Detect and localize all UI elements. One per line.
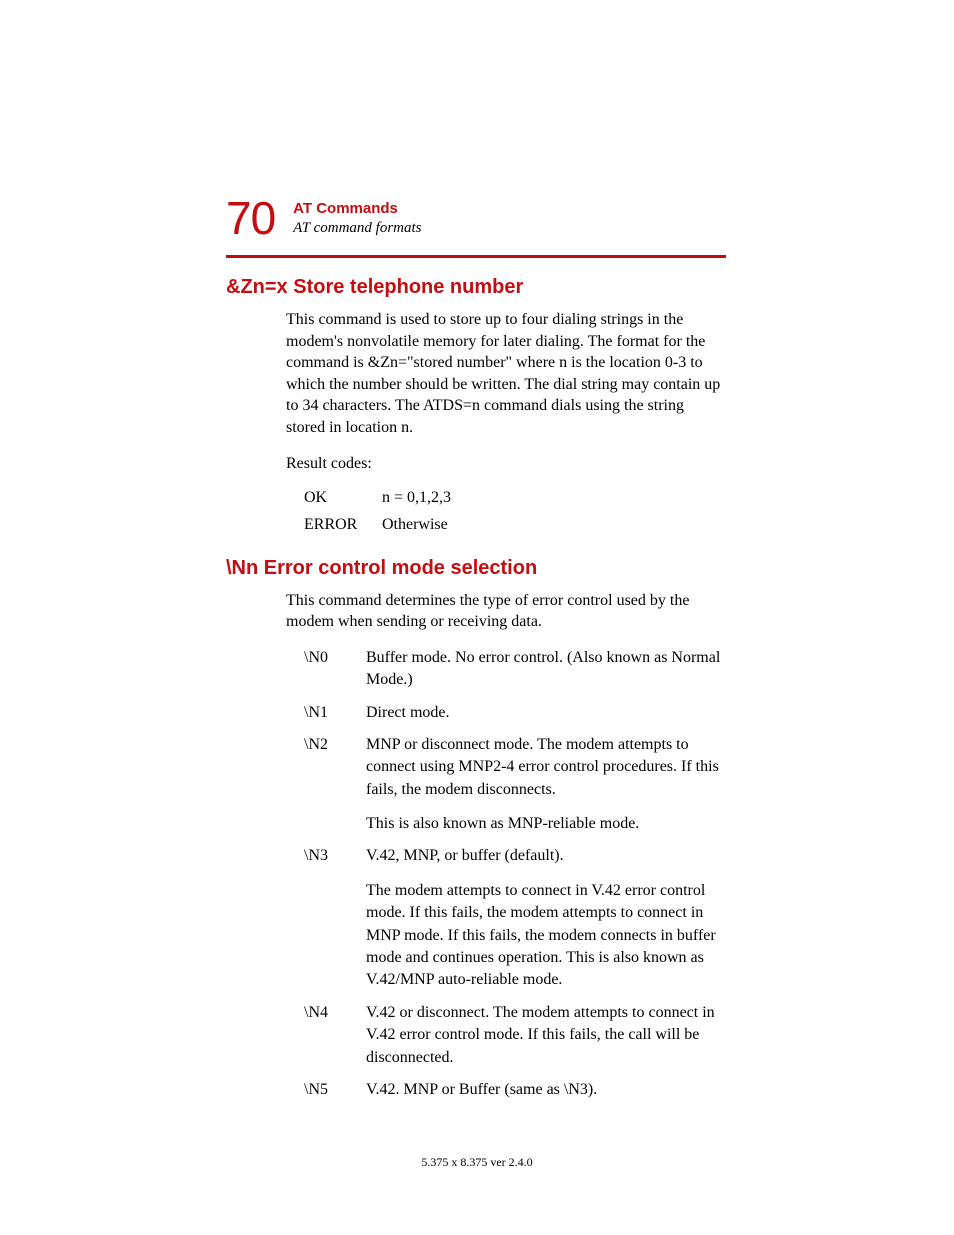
option-row: \N4 V.42 or disconnect. The modem attemp… bbox=[304, 1002, 726, 1069]
option-row: \N0 Buffer mode. No error control. (Also… bbox=[304, 647, 726, 692]
chapter-title: AT Commands bbox=[293, 200, 421, 218]
option-text: Direct mode. bbox=[366, 702, 726, 724]
section-heading-store-number: &Zn=x Store telephone number bbox=[226, 276, 726, 299]
section2-paragraph: This command determines the type of erro… bbox=[286, 590, 726, 633]
option-text: V.42, MNP, or buffer (default). bbox=[366, 845, 726, 867]
chapter-subtitle: AT command formats bbox=[293, 218, 421, 239]
section1-body: This command is used to store up to four… bbox=[286, 309, 726, 539]
section2-body: This command determines the type of erro… bbox=[286, 590, 726, 1102]
option-value: V.42 or disconnect. The modem attempts t… bbox=[366, 1002, 726, 1069]
option-value: Buffer mode. No error control. (Also kno… bbox=[366, 647, 726, 692]
option-text: MNP or disconnect mode. The modem attemp… bbox=[366, 734, 726, 801]
option-text: V.42. MNP or Buffer (same as \N3). bbox=[366, 1079, 726, 1101]
result-code-key: ERROR bbox=[304, 511, 362, 538]
option-text: Buffer mode. No error control. (Also kno… bbox=[366, 647, 726, 692]
section1-paragraph: This command is used to store up to four… bbox=[286, 309, 726, 439]
option-value: V.42, MNP, or buffer (default). The mode… bbox=[366, 845, 726, 991]
option-key: \N5 bbox=[304, 1079, 338, 1101]
result-code-row: OK n = 0,1,2,3 bbox=[304, 484, 726, 511]
header-title-block: AT Commands AT command formats bbox=[293, 195, 421, 239]
option-key: \N1 bbox=[304, 702, 338, 724]
page-content: 70 AT Commands AT command formats &Zn=x … bbox=[226, 195, 726, 1111]
result-codes-table: OK n = 0,1,2,3 ERROR Otherwise bbox=[304, 484, 726, 538]
page-number: 70 bbox=[226, 195, 275, 241]
result-code-value: n = 0,1,2,3 bbox=[382, 484, 451, 511]
result-code-key: OK bbox=[304, 484, 362, 511]
option-list: \N0 Buffer mode. No error control. (Also… bbox=[304, 647, 726, 1102]
result-codes-label: Result codes: bbox=[286, 453, 726, 475]
option-row: \N1 Direct mode. bbox=[304, 702, 726, 724]
option-value: Direct mode. bbox=[366, 702, 726, 724]
option-text: V.42 or disconnect. The modem attempts t… bbox=[366, 1002, 726, 1069]
running-header: 70 AT Commands AT command formats bbox=[226, 195, 726, 241]
option-key: \N3 bbox=[304, 845, 338, 991]
option-text: The modem attempts to connect in V.42 er… bbox=[366, 880, 726, 992]
option-row: \N3 V.42, MNP, or buffer (default). The … bbox=[304, 845, 726, 991]
option-row: \N5 V.42. MNP or Buffer (same as \N3). bbox=[304, 1079, 726, 1101]
option-key: \N2 bbox=[304, 734, 338, 836]
section-heading-error-control: \Nn Error control mode selection bbox=[226, 557, 726, 580]
option-value: MNP or disconnect mode. The modem attemp… bbox=[366, 734, 726, 836]
result-code-value: Otherwise bbox=[382, 511, 448, 538]
option-key: \N4 bbox=[304, 1002, 338, 1069]
result-code-row: ERROR Otherwise bbox=[304, 511, 726, 538]
option-value: V.42. MNP or Buffer (same as \N3). bbox=[366, 1079, 726, 1101]
option-row: \N2 MNP or disconnect mode. The modem at… bbox=[304, 734, 726, 836]
option-key: \N0 bbox=[304, 647, 338, 692]
header-rule bbox=[226, 255, 726, 258]
option-text: This is also known as MNP-reliable mode. bbox=[366, 813, 726, 835]
page-footer: 5.375 x 8.375 ver 2.4.0 bbox=[0, 1155, 954, 1170]
